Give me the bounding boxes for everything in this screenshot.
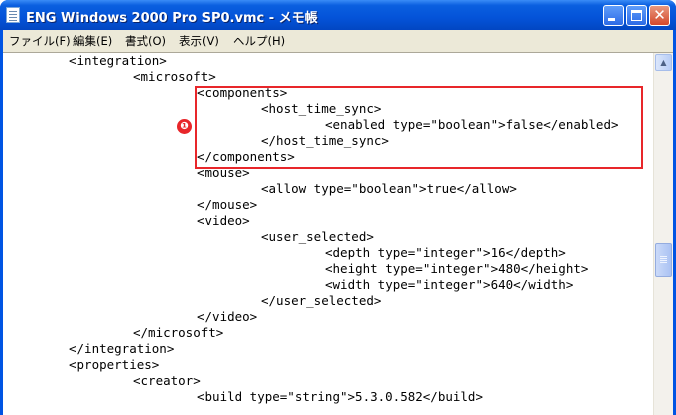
text-line: <microsoft> — [133, 69, 216, 84]
title-bar[interactable]: ENG Windows 2000 Pro SP0.vmc - メモ帳 ✕ — [0, 0, 676, 30]
text-line: </integration> — [69, 341, 175, 356]
vertical-scrollbar[interactable]: ▲ — [653, 53, 673, 415]
text-line: </mouse> — [197, 197, 258, 212]
text-line: <video> — [197, 213, 250, 228]
text-line: <build type="string">5.3.0.582</build> — [197, 389, 483, 404]
scroll-up-button[interactable]: ▲ — [655, 54, 672, 71]
menu-help[interactable]: ヘルプ(H) — [233, 33, 285, 49]
menu-view[interactable]: 表示(V) — [179, 33, 219, 49]
annotation-badge: ❶ — [177, 119, 192, 134]
close-button[interactable]: ✕ — [649, 5, 670, 26]
scrollbar-thumb[interactable] — [655, 243, 672, 277]
text-line: <width type="integer">640</width> — [325, 277, 574, 292]
highlight-box — [195, 86, 643, 169]
text-line: <user_selected> — [261, 229, 374, 244]
text-line: <allow type="boolean">true</allow> — [261, 181, 517, 196]
menu-file[interactable]: ファイル(F) — [9, 33, 71, 49]
notepad-window: ENG Windows 2000 Pro SP0.vmc - メモ帳 ✕ ファイ… — [0, 0, 676, 415]
maximize-button[interactable] — [626, 5, 647, 26]
menu-bar: ファイル(F) 編集(E) 書式(O) 表示(V) ヘルプ(H) — [3, 30, 673, 52]
text-line: </video> — [197, 309, 258, 324]
text-line: <depth type="integer">16</depth> — [325, 245, 566, 260]
text-line: </microsoft> — [133, 325, 224, 340]
minimize-icon — [608, 18, 615, 21]
text-line: </user_selected> — [261, 293, 382, 308]
maximize-icon — [631, 10, 642, 21]
menu-edit[interactable]: 編集(E) — [73, 33, 112, 49]
editor-area[interactable]: <integration> <microsoft> <components> <… — [3, 52, 673, 415]
text-line: <creator> — [133, 373, 201, 388]
close-icon: ✕ — [653, 6, 666, 24]
window-title: ENG Windows 2000 Pro SP0.vmc - メモ帳 — [26, 11, 318, 26]
text-line: <integration> — [69, 53, 167, 68]
menu-format[interactable]: 書式(O) — [125, 33, 166, 49]
text-line: <properties> — [69, 357, 160, 372]
chevron-up-icon: ▲ — [660, 58, 667, 67]
text-content[interactable]: <integration> <microsoft> <components> <… — [3, 53, 653, 415]
text-line: <height type="integer">480</height> — [325, 261, 589, 276]
minimize-button[interactable] — [603, 5, 624, 26]
notepad-icon[interactable] — [6, 7, 20, 23]
